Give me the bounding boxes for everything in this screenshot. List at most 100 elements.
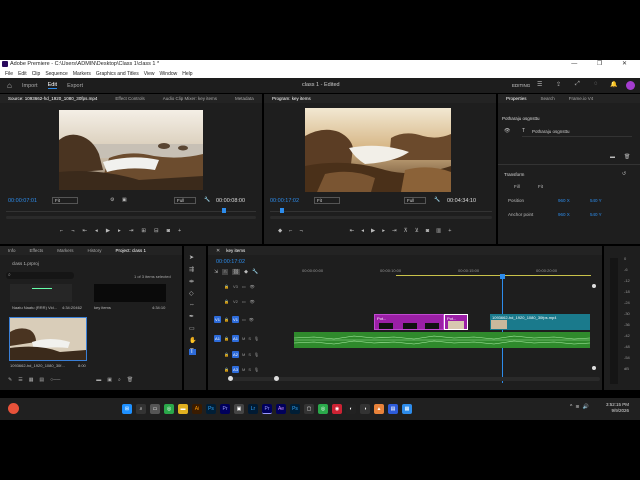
lock-icon[interactable]: 🔒 xyxy=(224,284,229,289)
timeline-timecode[interactable]: 00:00:17:02 xyxy=(216,259,245,265)
mute-icon[interactable]: M xyxy=(242,336,245,341)
program-lift-icon[interactable]: ⊼ xyxy=(404,228,408,234)
add-icon[interactable]: + xyxy=(178,228,181,234)
folder-icon[interactable]: ▬ xyxy=(610,154,615,160)
tab-project[interactable]: Project: class 1 xyxy=(115,248,146,253)
eye-icon[interactable]: 👁 xyxy=(249,317,254,322)
mark-out-icon[interactable]: ¬ xyxy=(71,228,74,234)
menu-graphics[interactable]: Graphics and Titles xyxy=(96,71,139,77)
lock-icon[interactable]: 🔒 xyxy=(224,317,229,322)
video-clip-teal[interactable]: 1093662-hd_1920_1080_30fps.mp4 xyxy=(490,314,590,330)
vscroll-bottom[interactable] xyxy=(592,366,596,370)
tab-timeline-key-items[interactable]: key items xyxy=(226,248,245,253)
program-quality-dropdown[interactable]: Full xyxy=(404,197,426,204)
tray-chevron-icon[interactable]: ^ xyxy=(570,404,572,410)
freeform-view-icon[interactable]: ▤ xyxy=(39,377,44,383)
tab-source[interactable]: Source: 1093662-hd_1920_1080_30fps.mp4 xyxy=(8,96,97,101)
progress-icon[interactable]: ◌ xyxy=(594,81,598,87)
sync-icon[interactable]: ▭ xyxy=(242,317,246,322)
program-go-out-icon[interactable]: ⇥ xyxy=(392,228,397,234)
program-marker-icon[interactable]: ◆ xyxy=(278,228,282,234)
menu-file[interactable]: File xyxy=(5,71,13,77)
fill-button[interactable]: Fill xyxy=(514,184,520,189)
step-forward-icon[interactable]: ▸ xyxy=(118,228,121,234)
photoshop-icon[interactable]: Ps xyxy=(206,404,216,414)
program-play-icon[interactable]: ▶ xyxy=(371,228,375,234)
tab-markers[interactable]: Markers xyxy=(57,248,73,253)
step-back-icon[interactable]: ◂ xyxy=(95,228,98,234)
video-clip-selected[interactable]: Pot... xyxy=(444,314,468,330)
settings-icon[interactable]: ⚙ xyxy=(110,197,114,203)
type-tool-icon[interactable]: T xyxy=(189,349,197,355)
workspace-label[interactable]: EDITING xyxy=(512,83,530,88)
eye-icon[interactable]: 👁 xyxy=(250,299,255,304)
menu-view[interactable]: View xyxy=(144,71,155,77)
snap-icon[interactable]: ∩ xyxy=(222,269,228,275)
nav-edit[interactable]: Edit xyxy=(47,82,58,89)
solo-icon[interactable]: S xyxy=(248,336,251,341)
track-target-v1[interactable]: V1 xyxy=(231,316,239,323)
program-mark-out-icon[interactable]: ¬ xyxy=(299,228,302,234)
wrench-icon[interactable]: 🔧 xyxy=(204,197,210,203)
menu-markers[interactable]: Markers xyxy=(73,71,91,77)
tab-effect-controls[interactable]: Effect Controls xyxy=(115,96,144,101)
program-fit-dropdown[interactable]: Fit xyxy=(314,197,340,204)
mute-icon[interactable]: M xyxy=(242,352,245,357)
nav-export[interactable]: Export xyxy=(67,83,83,89)
bin-thumbnail-1[interactable] xyxy=(10,284,72,302)
lock-icon[interactable]: 🔒 xyxy=(224,299,229,304)
timeline-ruler[interactable]: 00:00:00:00 00:00:10:00 00:00:15:00 00:0… xyxy=(296,268,596,278)
premiere-active-icon[interactable]: Pr xyxy=(262,404,272,414)
new-bin-icon[interactable]: ▬ xyxy=(96,377,101,383)
overwrite-icon[interactable]: ⊟ xyxy=(154,228,159,234)
menu-help[interactable]: Help xyxy=(182,71,192,77)
track-target-a1[interactable]: A1 xyxy=(231,335,239,342)
track-target-a3[interactable]: A3 xyxy=(231,366,239,373)
bin1-name[interactable]: Naatu Naatu (RRR) Vid... xyxy=(12,305,57,310)
source-ruler[interactable] xyxy=(6,211,256,212)
reset-icon[interactable]: ↺ xyxy=(622,171,626,177)
clear-icon[interactable]: 🗑 xyxy=(127,377,133,383)
pencil-icon[interactable]: ✎ xyxy=(8,377,12,383)
tab-search[interactable]: Search xyxy=(541,96,555,101)
notifications-icon[interactable]: 🔔 xyxy=(610,81,617,88)
source-video-frame[interactable] xyxy=(59,110,203,190)
quick-export-icon[interactable]: ⇪ xyxy=(556,81,561,88)
app-icon[interactable]: ▣ xyxy=(234,404,244,414)
program-video-frame[interactable] xyxy=(305,108,451,192)
camera-icon[interactable]: ◙ xyxy=(167,228,170,234)
project-search-input[interactable]: ⌕ xyxy=(6,272,74,279)
app-6-icon[interactable]: ▤ xyxy=(388,404,398,414)
program-wrench-icon[interactable]: 🔧 xyxy=(434,197,440,203)
mark-in-icon[interactable]: ⌐ xyxy=(60,228,63,234)
scroll-handle-left[interactable] xyxy=(228,376,233,381)
app-3-icon[interactable]: ◉ xyxy=(332,404,342,414)
lock-icon[interactable]: 🔒 xyxy=(224,367,229,372)
vscroll-top[interactable] xyxy=(592,284,596,288)
program-ruler[interactable] xyxy=(270,211,492,212)
lightroom-icon[interactable]: Lr xyxy=(248,404,258,414)
source-playhead[interactable] xyxy=(222,208,226,213)
source-fit-dropdown[interactable]: Fit xyxy=(52,197,78,204)
position-y-field[interactable]: 540 Y xyxy=(590,198,602,203)
lock-icon[interactable]: 🔒 xyxy=(224,352,229,357)
sync-icon[interactable]: ▭ xyxy=(242,284,246,289)
tab-history[interactable]: History xyxy=(87,248,101,253)
photoshop-2-icon[interactable]: Ps xyxy=(290,404,300,414)
app-7-icon[interactable]: ▦ xyxy=(402,404,412,414)
insert-sequence-icon[interactable]: ⇲ xyxy=(214,269,218,275)
anchor-x-field[interactable]: 960 X xyxy=(558,212,570,217)
linked-selection-icon[interactable]: ⛓ xyxy=(231,269,241,275)
hand-tool-icon[interactable]: ✋ xyxy=(189,337,196,344)
unreal-icon[interactable]: ◐ xyxy=(346,404,356,414)
program-go-in-icon[interactable]: ⇤ xyxy=(350,228,355,234)
go-to-out-icon[interactable]: ⇥ xyxy=(129,228,134,234)
tab-metadata[interactable]: Metadata xyxy=(235,96,254,101)
source-timecode-current[interactable]: 00:00:07:01 xyxy=(8,198,37,204)
tab-audio-clip-mixer[interactable]: Audio Clip Mixer: key items xyxy=(163,96,217,101)
pen-tool-icon[interactable]: ✒ xyxy=(189,313,196,320)
chrome-2-icon[interactable]: ◎ xyxy=(318,404,328,414)
premiere-taskbar-icon[interactable]: Pr xyxy=(220,404,230,414)
program-add-icon[interactable]: + xyxy=(448,228,451,234)
icon-view-icon[interactable]: ▦ xyxy=(29,377,34,383)
